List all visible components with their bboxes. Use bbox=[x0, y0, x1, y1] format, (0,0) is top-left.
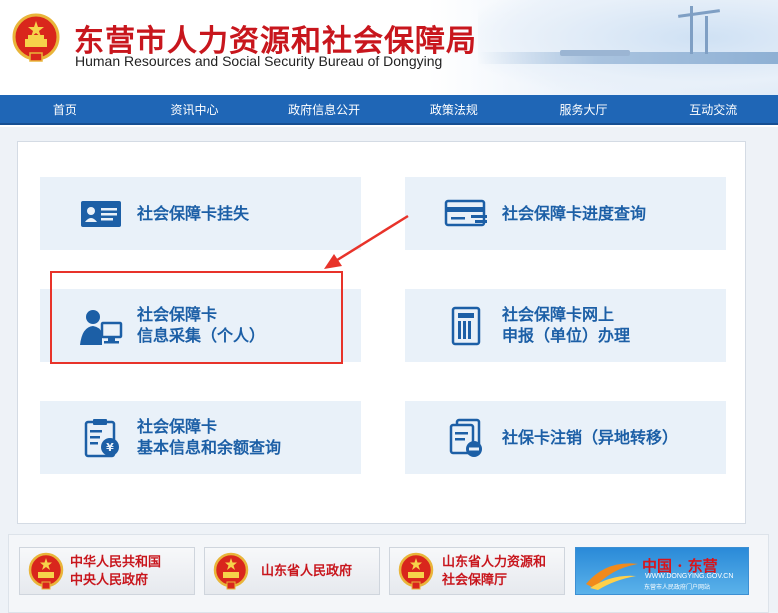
link-dongying-portal[interactable]: 中国 · 东营 WWW.DONGYING.GOV.CN 东营市人民政府门户网站 bbox=[575, 547, 749, 595]
service-card-label-line2: 基本信息和余额查询 bbox=[137, 438, 282, 457]
service-card-label: 社保卡注销（异地转移） bbox=[502, 428, 679, 447]
document-cancel-icon bbox=[449, 418, 482, 457]
nav-item-interaction[interactable]: 互动交流 bbox=[648, 95, 778, 123]
link-label-line1: 山东省人力资源和 bbox=[442, 555, 547, 570]
link-central-government[interactable]: 中华人民共和国 中央人民政府 bbox=[19, 547, 195, 595]
service-card-online-declaration-unit[interactable]: 社会保障卡网上 申报（单位）办理 bbox=[405, 289, 726, 362]
link-shandong-government[interactable]: 山东省人民政府 bbox=[204, 547, 380, 595]
portal-subtitle: 东营市人民政府门户网站 bbox=[644, 584, 711, 591]
service-card-label-line2: 信息采集（个人） bbox=[137, 326, 266, 345]
card-progress-icon bbox=[444, 199, 487, 227]
link-label: 山东省人民政府 bbox=[261, 564, 353, 579]
service-card-label-line1: 社会保障卡 bbox=[137, 305, 218, 324]
nav-item-home[interactable]: 首页 bbox=[0, 95, 130, 123]
national-emblem-icon bbox=[213, 552, 249, 590]
person-computer-icon bbox=[80, 310, 123, 345]
portal-logo-icon bbox=[586, 563, 638, 590]
service-card-label: 社会保障卡挂失 bbox=[137, 204, 250, 223]
service-card-info-collection-personal[interactable]: 社会保障卡 信息采集（个人） bbox=[40, 289, 361, 362]
header-banner-image bbox=[478, 0, 778, 95]
clipboard-yen-icon: ¥ bbox=[84, 419, 119, 458]
service-card-balance-query[interactable]: ¥ 社会保障卡 基本信息和余额查询 bbox=[40, 401, 361, 474]
link-label-line1: 中华人民共和国 bbox=[70, 555, 162, 570]
svg-text:¥: ¥ bbox=[106, 441, 114, 454]
site-header: 东营市人力资源和社会保障局 Human Resources and Social… bbox=[0, 0, 778, 95]
service-card-label: 社会保障卡 基本信息和余额查询 bbox=[137, 416, 281, 458]
service-card-label-line2: 申报（单位）办理 bbox=[502, 326, 631, 345]
nav-item-service-hall[interactable]: 服务大厅 bbox=[519, 95, 649, 123]
nav-item-gov-info[interactable]: 政府信息公开 bbox=[259, 95, 389, 123]
header-banner-ship bbox=[560, 50, 630, 56]
nav-item-news[interactable]: 资讯中心 bbox=[130, 95, 260, 123]
portal-url: WWW.DONGYING.GOV.CN bbox=[645, 573, 734, 580]
service-card-label-line1: 社会保障卡 bbox=[137, 417, 218, 436]
service-card-progress-query[interactable]: 社会保障卡进度查询 bbox=[405, 177, 726, 250]
header-banner-oil-rig bbox=[705, 16, 708, 54]
document-binder-icon bbox=[451, 306, 481, 346]
service-card-label: 社会保障卡 信息采集（个人） bbox=[137, 304, 265, 346]
national-emblem-icon bbox=[28, 552, 64, 590]
service-card-report-loss[interactable]: 社会保障卡挂失 bbox=[40, 177, 361, 250]
link-shandong-hrss[interactable]: 山东省人力资源和 社会保障厅 bbox=[389, 547, 565, 595]
national-emblem-icon bbox=[12, 13, 60, 62]
service-card-label-line1: 社会保障卡网上 bbox=[502, 305, 615, 324]
national-emblem-icon bbox=[398, 552, 434, 590]
nav-item-policies[interactable]: 政策法规 bbox=[389, 95, 519, 123]
id-card-icon bbox=[81, 201, 121, 227]
service-card-label: 社会保障卡网上 申报（单位）办理 bbox=[502, 304, 630, 346]
link-label-line2: 社会保障厅 bbox=[442, 573, 508, 588]
link-label-line2: 中央人民政府 bbox=[70, 573, 149, 588]
main-navigation: 首页 资讯中心 政府信息公开 政策法规 服务大厅 互动交流 bbox=[0, 95, 778, 125]
service-card-label: 社会保障卡进度查询 bbox=[502, 204, 647, 223]
site-subtitle-english: Human Resources and Social Security Bure… bbox=[75, 53, 443, 69]
service-card-cancellation-transfer[interactable]: 社保卡注销（异地转移） bbox=[405, 401, 726, 474]
